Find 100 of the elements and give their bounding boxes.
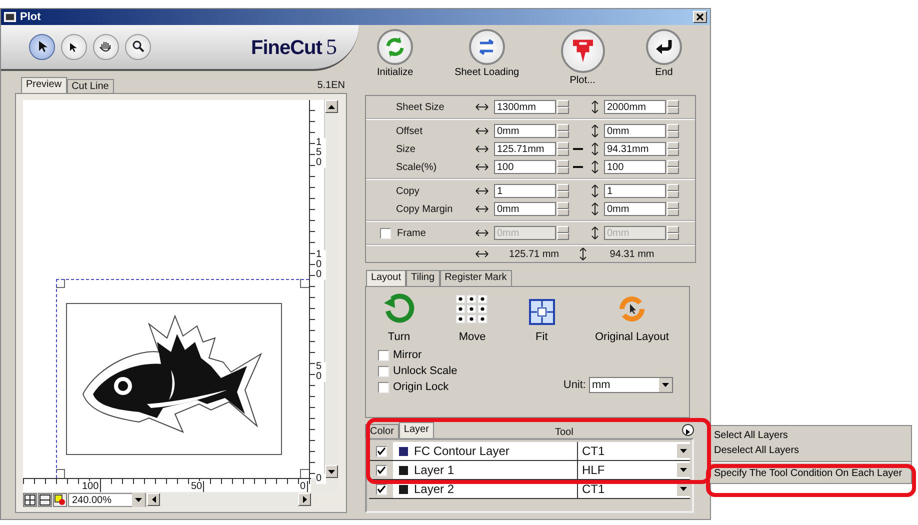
original-button[interactable]: Original Layout <box>594 293 669 343</box>
width-field[interactable]: 125.71mm <box>494 142 556 156</box>
layer-panel-tab[interactable]: Layer <box>398 422 434 438</box>
close-button[interactable] <box>693 11 707 23</box>
grid-icon <box>24 494 36 506</box>
layer-checkbox[interactable] <box>376 484 386 494</box>
option-checkbox[interactable]: Mirror <box>378 349 673 361</box>
horizontal-arrow-icon <box>475 205 489 213</box>
total-width: 125.71 mm <box>508 248 560 260</box>
layer-checkbox[interactable] <box>376 464 386 476</box>
vertical-arrow-icon <box>591 124 599 138</box>
setting-label: Sheet Size <box>396 102 444 112</box>
horizontal-arrow-icon <box>475 163 489 171</box>
preview-tab[interactable]: Preview <box>21 77 67 93</box>
node-tool-button[interactable] <box>61 34 87 60</box>
spin-buttons[interactable] <box>667 160 679 174</box>
layer-color-button[interactable] <box>53 493 67 507</box>
up-arrow-icon <box>328 104 335 108</box>
fit-frame-icon <box>528 299 555 325</box>
down-arrow-icon <box>328 470 335 474</box>
horizontal-arrow-icon <box>475 187 489 195</box>
layer-name[interactable]: FC Contour Layer <box>414 444 510 458</box>
tool-dropdown[interactable]: HLF <box>578 461 690 479</box>
option-checkbox[interactable]: Unlock Scale <box>378 365 673 377</box>
layer-checkbox[interactable] <box>376 446 386 456</box>
window-title: Plot <box>20 11 42 23</box>
window-icon <box>4 12 16 22</box>
checkbox[interactable] <box>378 382 389 392</box>
preview-tab[interactable]: Cut Line <box>66 79 114 93</box>
version-label: 5.1EN <box>317 80 345 90</box>
vertical-arrow-icon <box>591 202 599 216</box>
vertical-arrow-icon <box>591 184 599 198</box>
width-field[interactable]: 1 <box>494 184 556 198</box>
horizontal-scrollbar[interactable] <box>147 493 311 507</box>
width-field[interactable]: 0mm <box>494 202 556 216</box>
layout-tab[interactable]: Tiling <box>406 270 440 286</box>
spin-buttons[interactable] <box>557 124 569 138</box>
sheet-button[interactable]: Sheet Loading <box>454 29 520 95</box>
pan-tool-button[interactable] <box>93 34 119 60</box>
turn-button[interactable]: Turn <box>382 291 416 343</box>
unit-dropdown[interactable]: mm <box>589 377 673 393</box>
spin-buttons[interactable] <box>667 100 679 114</box>
vertical-arrow-icon <box>591 160 599 174</box>
height-field[interactable]: 1 <box>604 184 666 198</box>
select-tool-button[interactable] <box>29 34 55 60</box>
initialize-button[interactable]: Initialize <box>377 29 414 95</box>
grid-view-button[interactable] <box>23 493 37 507</box>
spin-buttons[interactable] <box>667 124 679 138</box>
spin-buttons[interactable] <box>557 202 569 216</box>
zoom-tool-button[interactable] <box>125 34 151 60</box>
horizontal-arrow-icon <box>475 103 489 111</box>
right-arrow-icon <box>302 496 306 503</box>
horizontal-arrow-icon <box>475 145 489 153</box>
spin-buttons[interactable] <box>667 184 679 198</box>
split-view-button[interactable] <box>38 493 52 507</box>
height-field[interactable]: 100 <box>604 160 666 174</box>
height-field[interactable]: 0mm <box>604 124 666 138</box>
layer-name[interactable]: Layer 2 <box>414 482 454 496</box>
app-logo: FineCut 5 <box>251 34 336 60</box>
spin-buttons[interactable] <box>667 202 679 216</box>
move-button[interactable]: Move <box>456 295 488 343</box>
spin-buttons[interactable] <box>557 100 569 114</box>
menu-item[interactable]: Select All Layers <box>709 428 911 443</box>
ruler-label: 50 <box>190 481 204 492</box>
ruler-label: 100 <box>81 481 101 492</box>
layer-name[interactable]: Layer 1 <box>414 463 454 477</box>
menu-arrow-button[interactable] <box>682 424 694 436</box>
horizontal-arrow-icon <box>475 127 489 135</box>
caret-icon <box>680 449 687 453</box>
setting-label: Frame <box>397 228 426 238</box>
width-field[interactable]: 0mm <box>494 124 556 138</box>
checkbox[interactable] <box>378 350 389 360</box>
layout-tab[interactable]: Layout <box>366 270 406 286</box>
end-button[interactable]: End <box>646 29 682 95</box>
height-field[interactable]: 0mm <box>604 202 666 216</box>
tool-dropdown[interactable]: CT1 <box>578 480 690 498</box>
spin-buttons[interactable] <box>667 142 679 156</box>
width-field[interactable]: 100 <box>494 160 556 174</box>
vertical-arrow-icon <box>591 142 599 156</box>
horizontal-arrow-icon <box>475 229 489 237</box>
spin-buttons[interactable] <box>557 142 569 156</box>
setting-label: Copy Margin <box>396 204 453 214</box>
cutter-icon <box>560 29 605 73</box>
layout-tab[interactable]: Register Mark <box>440 270 512 286</box>
setting-label: Copy <box>396 186 420 196</box>
spin-buttons[interactable] <box>557 184 569 198</box>
width-field[interactable]: 1300mm <box>494 100 556 114</box>
ruler-label: 100 <box>316 250 326 280</box>
height-field[interactable]: 2000mm <box>604 100 666 114</box>
vertical-scrollbar[interactable] <box>324 100 338 478</box>
zoom-dropdown[interactable]: 240.00% <box>68 493 146 507</box>
plot-button[interactable]: Plot... <box>560 29 605 95</box>
checkbox[interactable] <box>378 366 389 376</box>
vertical-arrow-icon <box>591 226 599 240</box>
menu-item[interactable]: Specify The Tool Condition On Each Layer <box>709 466 911 481</box>
tool-dropdown[interactable]: CT1 <box>578 442 690 460</box>
menu-item[interactable]: Deselect All Layers <box>709 443 911 458</box>
height-field[interactable]: 94.31mm <box>604 142 666 156</box>
fit-button[interactable]: Fit <box>528 299 555 343</box>
spin-buttons[interactable] <box>557 160 569 174</box>
